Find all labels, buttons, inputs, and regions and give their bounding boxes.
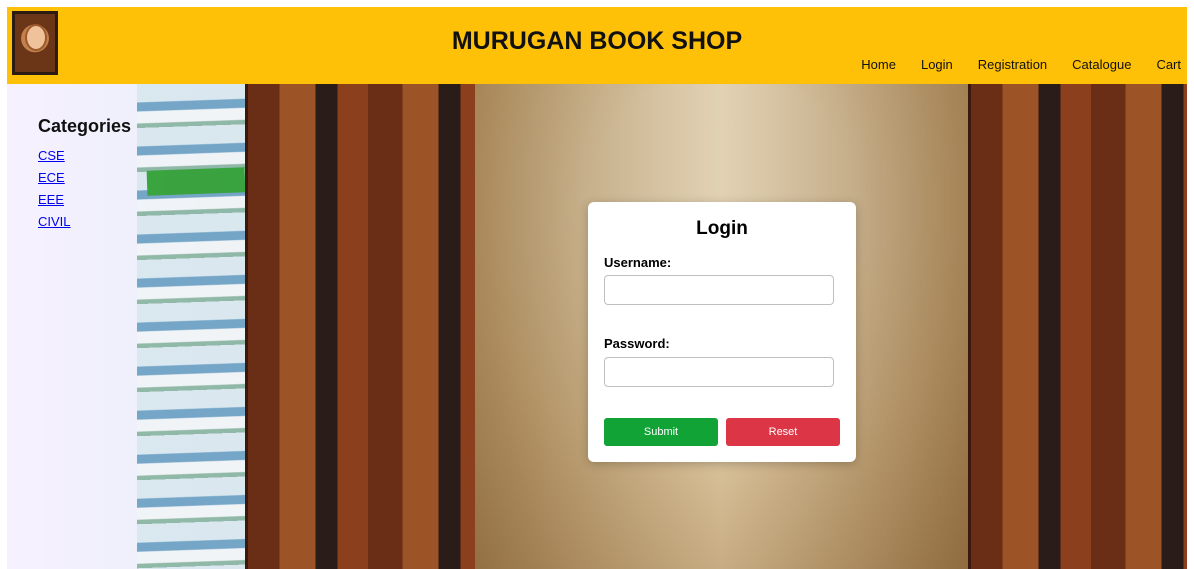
password-label: Password: xyxy=(604,336,670,351)
nav-cart[interactable]: Cart xyxy=(1156,57,1181,72)
nav-login[interactable]: Login xyxy=(921,57,953,72)
submit-button[interactable]: Submit xyxy=(604,418,718,446)
username-label: Username: xyxy=(604,255,672,270)
antique-books-background-right xyxy=(968,84,1187,569)
nav-home[interactable]: Home xyxy=(861,57,896,72)
login-title: Login xyxy=(696,218,748,239)
categories-heading: Categories xyxy=(38,116,132,136)
login-form: Login Username: Password: Submit Reset xyxy=(588,202,856,462)
category-sidebar: Categories CSE ECE EEE CIVIL xyxy=(38,116,131,233)
category-link-cse[interactable]: CSE xyxy=(38,145,131,167)
password-input[interactable] xyxy=(604,357,834,387)
site-header: MURUGAN BOOK SHOP Home Login Registratio… xyxy=(7,7,1187,84)
antique-books-background-left xyxy=(245,84,475,569)
top-navigation: Home Login Registration Catalogue Cart xyxy=(861,57,1181,72)
site-title: MURUGAN BOOK SHOP xyxy=(451,27,743,55)
category-link-ece[interactable]: ECE xyxy=(38,167,131,189)
nav-catalogue[interactable]: Catalogue xyxy=(1072,57,1131,72)
reset-button[interactable]: Reset xyxy=(726,418,840,446)
nav-registration[interactable]: Registration xyxy=(978,57,1047,72)
username-input[interactable] xyxy=(604,275,834,305)
stacked-books-image xyxy=(137,84,245,569)
category-link-civil[interactable]: CIVIL xyxy=(38,211,131,233)
category-link-eee[interactable]: EEE xyxy=(38,189,131,211)
